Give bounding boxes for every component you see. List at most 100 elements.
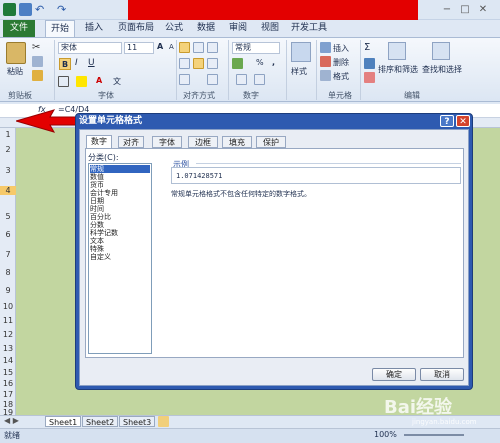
font-size-select[interactable]: 11 xyxy=(124,42,154,54)
fill-color-icon[interactable] xyxy=(76,76,87,87)
tab-page-layout[interactable]: 页面布局 xyxy=(112,20,160,37)
format-painter-icon[interactable] xyxy=(32,70,43,81)
row-number[interactable]: 2 xyxy=(0,145,16,154)
category-item[interactable]: 分数 xyxy=(90,221,150,229)
find-select-button[interactable]: 查找和选择 xyxy=(422,64,462,75)
row-number[interactable]: 16 xyxy=(0,379,16,388)
delete-button[interactable]: 删除 xyxy=(333,57,349,68)
percent-button[interactable]: % xyxy=(256,58,264,67)
merge-center-icon[interactable] xyxy=(207,74,218,85)
row-number[interactable]: 7 xyxy=(0,250,16,259)
close-window-button[interactable]: ✕ xyxy=(476,3,490,16)
styles-button[interactable]: 样式 xyxy=(291,66,307,77)
row-number[interactable]: 4 xyxy=(0,186,16,195)
row-number[interactable]: 17 xyxy=(0,390,16,399)
decrease-decimal-icon[interactable] xyxy=(254,74,265,85)
zoom-level[interactable]: 100% xyxy=(374,430,397,439)
tab-review[interactable]: 审阅 xyxy=(224,20,252,37)
tab-view[interactable]: 视图 xyxy=(256,20,284,37)
maximize-button[interactable]: □ xyxy=(458,3,472,16)
category-item[interactable]: 百分比 xyxy=(90,213,150,221)
category-item[interactable]: 自定义 xyxy=(90,253,150,261)
align-bottom-icon[interactable] xyxy=(207,42,218,53)
cancel-button[interactable]: 取消 xyxy=(420,368,464,381)
row-number[interactable]: 14 xyxy=(0,356,16,365)
number-format-select[interactable]: 常规 xyxy=(232,42,280,54)
styles-icon[interactable] xyxy=(291,42,311,62)
font-color-icon[interactable]: A xyxy=(96,76,107,87)
sheet-nav-icon[interactable]: ◀ ▶ xyxy=(4,416,19,425)
tab-home[interactable]: 开始 xyxy=(45,20,75,37)
increase-decimal-icon[interactable] xyxy=(236,74,247,85)
grow-font-icon[interactable]: A xyxy=(157,42,168,53)
insert-cells-icon[interactable] xyxy=(320,42,331,53)
tab-protection[interactable]: 保护 xyxy=(256,136,286,148)
row-number[interactable]: 10 xyxy=(0,302,16,311)
category-item[interactable]: 时间 xyxy=(90,205,150,213)
row-number[interactable]: 8 xyxy=(0,268,16,277)
category-item[interactable]: 文本 xyxy=(90,237,150,245)
sheet-tab-3[interactable]: Sheet3 xyxy=(119,416,156,427)
comma-button[interactable]: , xyxy=(272,58,275,67)
fill-icon[interactable] xyxy=(364,58,375,69)
tab-data[interactable]: 数据 xyxy=(192,20,220,37)
align-right-icon[interactable] xyxy=(207,58,218,69)
cut-icon[interactable]: ✂ xyxy=(32,42,43,53)
align-top-icon[interactable] xyxy=(179,42,190,53)
row-number[interactable]: 9 xyxy=(0,286,16,295)
row-number[interactable]: 15 xyxy=(0,368,16,377)
tab-alignment[interactable]: 对齐 xyxy=(118,136,144,148)
row-number[interactable]: 6 xyxy=(0,230,16,239)
row-number[interactable]: 13 xyxy=(0,344,16,353)
currency-icon[interactable] xyxy=(232,58,243,69)
tab-number[interactable]: 数字 xyxy=(86,135,112,149)
category-item[interactable]: 特殊 xyxy=(90,245,150,253)
tab-insert[interactable]: 插入 xyxy=(80,20,108,37)
indent-icon[interactable] xyxy=(179,74,190,85)
tab-developer[interactable]: 开发工具 xyxy=(288,20,330,37)
border-icon[interactable] xyxy=(58,76,69,87)
format-button[interactable]: 格式 xyxy=(333,71,349,82)
autosum-icon[interactable]: Σ xyxy=(364,42,370,53)
paste-icon[interactable] xyxy=(6,42,26,64)
category-item[interactable]: 货币 xyxy=(90,181,150,189)
dialog-help-button[interactable]: ? xyxy=(440,115,454,127)
row-number[interactable]: 1 xyxy=(0,130,16,139)
redo-icon[interactable]: ↷ xyxy=(57,3,70,16)
align-center-icon[interactable] xyxy=(193,58,204,69)
dialog-close-button[interactable]: ✕ xyxy=(456,115,470,127)
minimize-button[interactable]: − xyxy=(440,3,454,16)
italic-button[interactable]: I xyxy=(75,58,78,68)
category-item[interactable]: 常规 xyxy=(90,165,150,173)
tab-border[interactable]: 边框 xyxy=(188,136,218,148)
tab-font[interactable]: 字体 xyxy=(152,136,182,148)
row-number[interactable]: 3 xyxy=(0,166,16,175)
clear-icon[interactable] xyxy=(364,72,375,83)
find-select-icon[interactable] xyxy=(432,42,450,60)
undo-icon[interactable]: ↶ xyxy=(35,3,48,16)
delete-cells-icon[interactable] xyxy=(320,56,331,67)
new-sheet-icon[interactable] xyxy=(158,416,169,427)
tab-formulas[interactable]: 公式 xyxy=(160,20,188,37)
row-number[interactable]: 11 xyxy=(0,316,16,325)
category-item[interactable]: 会计专用 xyxy=(90,189,150,197)
category-item[interactable]: 数值 xyxy=(90,173,150,181)
ok-button[interactable]: 确定 xyxy=(372,368,416,381)
align-left-icon[interactable] xyxy=(179,58,190,69)
row-number[interactable]: 5 xyxy=(0,212,16,221)
sort-filter-icon[interactable] xyxy=(388,42,406,60)
zoom-slider[interactable] xyxy=(404,434,464,436)
save-icon[interactable] xyxy=(19,3,32,16)
phonetic-button[interactable]: 文 xyxy=(113,76,121,87)
font-name-select[interactable]: 宋体 xyxy=(58,42,122,54)
format-cells-icon[interactable] xyxy=(320,70,331,81)
paste-button[interactable]: 粘贴 xyxy=(7,66,23,77)
underline-button[interactable]: U xyxy=(88,58,95,68)
tab-file[interactable]: 文件 xyxy=(3,20,35,37)
tab-fill[interactable]: 填充 xyxy=(222,136,252,148)
sheet-tab-1[interactable]: Sheet1 xyxy=(45,416,82,427)
bold-button[interactable]: B xyxy=(59,58,71,70)
align-middle-icon[interactable] xyxy=(193,42,204,53)
category-item[interactable]: 日期 xyxy=(90,197,150,205)
category-item[interactable]: 科学记数 xyxy=(90,229,150,237)
